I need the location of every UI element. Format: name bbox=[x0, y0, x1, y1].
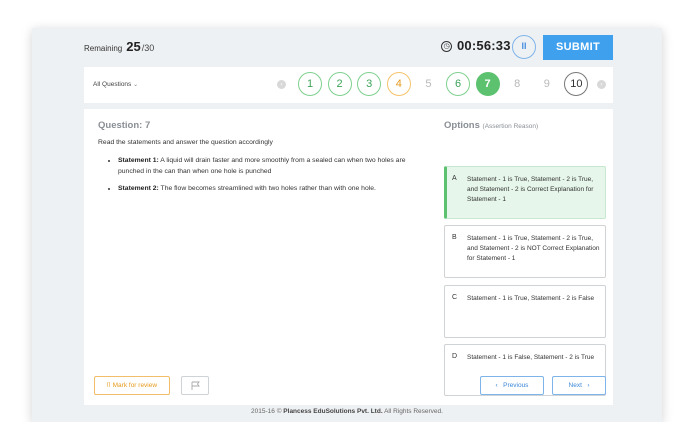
option-c[interactable]: C Statement - 1 is True, Statement - 2 i… bbox=[444, 285, 606, 338]
remaining-label: Remaining bbox=[84, 44, 123, 53]
option-text: Statement - 1 is True, Statement - 2 is … bbox=[467, 176, 594, 203]
question-navigator: All Questions ⌄ ‹ 1 2 3 4 5 6 7 8 9 10 › bbox=[84, 67, 613, 103]
options-title: Options bbox=[444, 120, 480, 131]
question-number-8[interactable]: 8 bbox=[505, 72, 529, 96]
question-title: Question: 7 bbox=[98, 120, 151, 131]
question-number-2[interactable]: 2 bbox=[327, 72, 352, 96]
footer-suffix: All Rights Reserved. bbox=[382, 408, 443, 415]
statement-item: Statement 1: A liquid will drain faster … bbox=[118, 156, 408, 177]
question-number-5[interactable]: 5 bbox=[416, 72, 440, 96]
question-number-6[interactable]: 6 bbox=[446, 72, 470, 96]
statement-text: A liquid will drain faster and more smoo… bbox=[118, 157, 406, 175]
remaining-count: 25 bbox=[126, 39, 141, 54]
prev-arrow-icon[interactable]: ‹ bbox=[277, 80, 286, 89]
footer-prefix: 2015-16 © bbox=[251, 408, 284, 415]
chevron-right-icon: › bbox=[587, 382, 590, 389]
all-questions-dropdown[interactable]: All Questions ⌄ bbox=[93, 81, 138, 88]
remaining-counter: Remaining 25 /30 bbox=[84, 39, 154, 54]
question-number-7[interactable]: 7 bbox=[475, 72, 500, 96]
pause-button[interactable]: II bbox=[512, 35, 536, 59]
option-text: Statement - 1 is False, Statement - 2 is… bbox=[467, 354, 595, 361]
mark-for-review-label: Mark for review bbox=[112, 382, 158, 389]
options-heading: Options (Assertion Reason) bbox=[444, 120, 538, 131]
clock-icon: ◷ bbox=[441, 41, 452, 52]
next-button[interactable]: Next › bbox=[552, 376, 606, 395]
option-text: Statement - 1 is True, Statement - 2 is … bbox=[467, 295, 595, 302]
flag-icon bbox=[191, 381, 200, 390]
option-letter: D bbox=[452, 353, 458, 360]
question-number-3[interactable]: 3 bbox=[357, 72, 382, 96]
flag-button[interactable] bbox=[181, 376, 209, 395]
next-arrow-icon[interactable]: › bbox=[597, 80, 606, 89]
footer: 2015-16 © Plancess EduSolutions Pvt. Ltd… bbox=[32, 408, 662, 415]
option-letter: C bbox=[452, 294, 458, 301]
top-bar: Remaining 25 /30 ◷ 00:56:33 II SUBMIT bbox=[32, 28, 662, 64]
option-a[interactable]: A Statement - 1 is True, Statement - 2 i… bbox=[444, 166, 606, 219]
question-instruction: Read the statements and answer the quest… bbox=[98, 139, 273, 146]
bookmark-icon: ⌷ bbox=[106, 381, 111, 389]
question-panel: Question: 7 Read the statements and answ… bbox=[84, 109, 613, 405]
next-label: Next bbox=[568, 382, 582, 389]
previous-button[interactable]: ‹ Previous bbox=[480, 376, 544, 395]
all-questions-label: All Questions bbox=[93, 81, 132, 88]
chevron-down-icon: ⌄ bbox=[133, 82, 139, 88]
statement-text: The flow becomes streamlined with two ho… bbox=[158, 185, 376, 192]
question-number-9[interactable]: 9 bbox=[535, 72, 559, 96]
footer-company: Plancess EduSolutions Pvt. Ltd. bbox=[283, 408, 383, 415]
statement-list: Statement 1: A liquid will drain faster … bbox=[118, 156, 408, 202]
question-number-10[interactable]: 10 bbox=[564, 72, 589, 96]
countdown-timer: 00:56:33 bbox=[457, 38, 511, 53]
option-letter: A bbox=[452, 175, 457, 182]
mark-for-review-button[interactable]: ⌷ Mark for review bbox=[94, 376, 170, 395]
option-text: Statement - 1 is True, Statement - 2 is … bbox=[467, 235, 600, 262]
question-number-4[interactable]: 4 bbox=[386, 72, 411, 96]
option-letter: B bbox=[452, 234, 457, 241]
previous-label: Previous bbox=[503, 382, 529, 389]
remaining-total: /30 bbox=[141, 43, 155, 53]
chevron-left-icon: ‹ bbox=[495, 382, 498, 389]
submit-button[interactable]: SUBMIT bbox=[543, 35, 613, 60]
option-b[interactable]: B Statement - 1 is True, Statement - 2 i… bbox=[444, 225, 606, 278]
question-number-1[interactable]: 1 bbox=[298, 72, 322, 96]
options-subtitle: (Assertion Reason) bbox=[482, 123, 539, 130]
statement-label: Statement 1: bbox=[118, 157, 159, 164]
statement-item: Statement 2: The flow becomes streamline… bbox=[118, 184, 408, 195]
statement-label: Statement 2: bbox=[118, 185, 159, 192]
exam-window: Remaining 25 /30 ◷ 00:56:33 II SUBMIT Al… bbox=[32, 28, 662, 422]
